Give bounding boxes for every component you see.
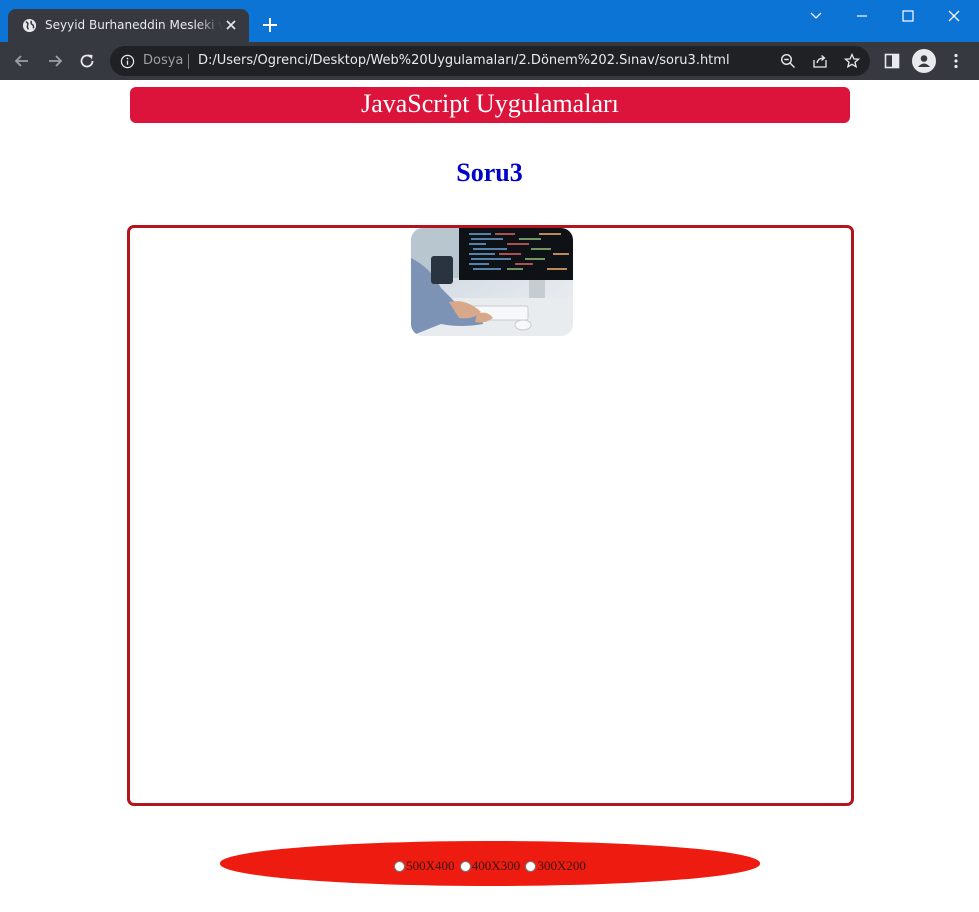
back-arrow-icon[interactable]	[13, 52, 31, 70]
plus-icon[interactable]	[261, 16, 279, 34]
window-close-icon[interactable]	[944, 6, 964, 26]
reload-icon[interactable]	[78, 52, 96, 70]
url-text[interactable]: D:/Users/Ogrenci/Desktop/Web%20Uygulamal…	[198, 53, 730, 68]
size-radio-group: 500X400 400X300 300X200	[220, 858, 760, 876]
browser-titlebar: Seyyid Burhaneddin Mesleki ve Teknik Ana…	[0, 0, 979, 42]
browser-tab[interactable]: Seyyid Burhaneddin Mesleki ve Teknik Ana…	[8, 9, 249, 42]
forward-arrow-icon[interactable]	[46, 52, 64, 70]
browser-toolbar: Dosya D:/Users/Ogrenci/Desktop/Web%20Uyg…	[0, 42, 979, 80]
star-icon[interactable]	[844, 53, 860, 69]
maximize-icon[interactable]	[898, 6, 918, 26]
kebab-menu-icon[interactable]	[947, 52, 965, 70]
tab-title: Seyyid Burhaneddin Mesleki ve Teknik Ana…	[45, 18, 223, 32]
radio-button[interactable]	[394, 860, 406, 872]
size-options-bar: 500X400 400X300 300X200	[220, 841, 760, 886]
developer-coding-photo	[411, 228, 573, 336]
minimize-icon[interactable]	[852, 6, 872, 26]
profile-icon[interactable]	[912, 49, 936, 73]
close-icon[interactable]	[223, 17, 239, 33]
radio-option-500x400[interactable]: 500X400	[394, 858, 455, 874]
scheme-label: Dosya	[143, 53, 184, 68]
globe-icon	[22, 18, 37, 33]
address-bar[interactable]: Dosya D:/Users/Ogrenci/Desktop/Web%20Uyg…	[110, 46, 870, 76]
share-icon[interactable]	[812, 53, 828, 69]
omnibox-divider	[188, 54, 189, 69]
page-viewport: JavaScript Uygulamaları Soru3 500X400 40…	[1, 80, 978, 911]
image-frame	[127, 225, 854, 806]
page-header-bar: JavaScript Uygulamaları	[130, 87, 850, 123]
radio-button[interactable]	[459, 860, 471, 872]
page-heading: Soru3	[456, 158, 523, 187]
radio-button[interactable]	[525, 860, 537, 872]
radio-label: 300X200	[537, 858, 586, 873]
info-icon[interactable]	[120, 54, 135, 69]
side-panel-icon[interactable]	[883, 52, 901, 70]
radio-option-300x200[interactable]: 300X200	[525, 858, 586, 874]
radio-option-400x300[interactable]: 400X300	[459, 858, 521, 874]
person-icon	[918, 55, 930, 67]
zoom-icon[interactable]	[780, 53, 796, 69]
radio-label: 400X300	[471, 858, 521, 873]
tab-search-chevron-icon[interactable]	[806, 6, 826, 26]
radio-label: 500X400	[406, 858, 455, 873]
